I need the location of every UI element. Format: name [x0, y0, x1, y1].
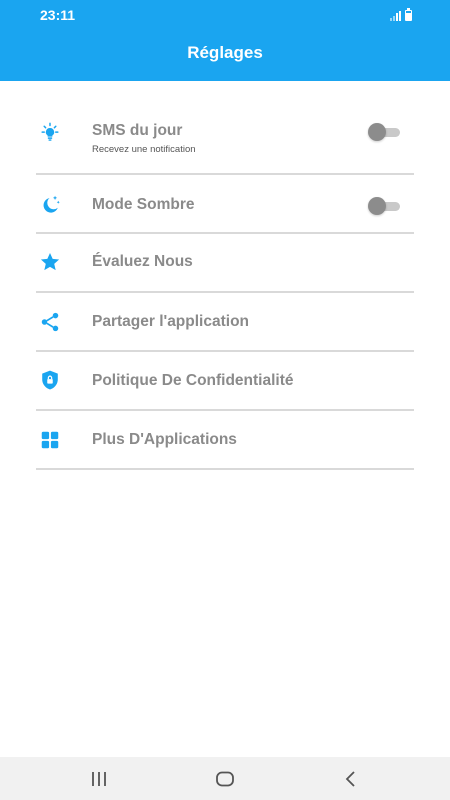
setting-label: Mode Sombre: [92, 196, 195, 213]
share-icon: [41, 312, 59, 332]
lightbulb-icon: [41, 122, 59, 141]
shield-lock-icon: [42, 370, 58, 390]
home-icon[interactable]: [215, 769, 235, 789]
apps-grid-icon: [41, 431, 59, 449]
system-nav-bar: [0, 757, 450, 800]
setting-label: Partager l'application: [92, 313, 250, 330]
setting-partager[interactable]: Partager l'application: [36, 293, 414, 352]
back-icon[interactable]: [341, 769, 361, 789]
status-time: 23:11: [40, 7, 76, 23]
dark-mode-toggle[interactable]: [368, 197, 402, 215]
star-icon: [40, 253, 60, 271]
moon-stars-icon: [43, 195, 60, 213]
setting-sublabel: Recevez une notification: [92, 144, 196, 155]
setting-label: Évaluez Nous: [92, 253, 193, 270]
setting-sms-du-jour[interactable]: SMS du jour Recevez une notification: [36, 103, 414, 175]
setting-label: Plus D'Applications: [92, 431, 237, 448]
page-title: Réglages: [187, 43, 263, 62]
setting-politique[interactable]: Politique De Confidentialité: [36, 352, 414, 411]
setting-label: SMS du jour: [92, 122, 183, 139]
setting-evaluez-nous[interactable]: Évaluez Nous: [36, 234, 414, 293]
status-bar: 23:11: [0, 0, 450, 30]
settings-list: SMS du jour Recevez une notification Mod…: [36, 103, 414, 470]
setting-mode-sombre[interactable]: Mode Sombre: [36, 175, 414, 234]
app-bar: 23:11 Réglages: [0, 0, 450, 81]
setting-label: Politique De Confidentialité: [92, 372, 294, 389]
recent-apps-icon[interactable]: [89, 769, 109, 789]
battery-icon: [405, 8, 412, 21]
sms-toggle[interactable]: [368, 123, 402, 141]
setting-plus-applications[interactable]: Plus D'Applications: [36, 411, 414, 470]
signal-icon: [390, 11, 401, 21]
status-icons: [390, 8, 412, 21]
